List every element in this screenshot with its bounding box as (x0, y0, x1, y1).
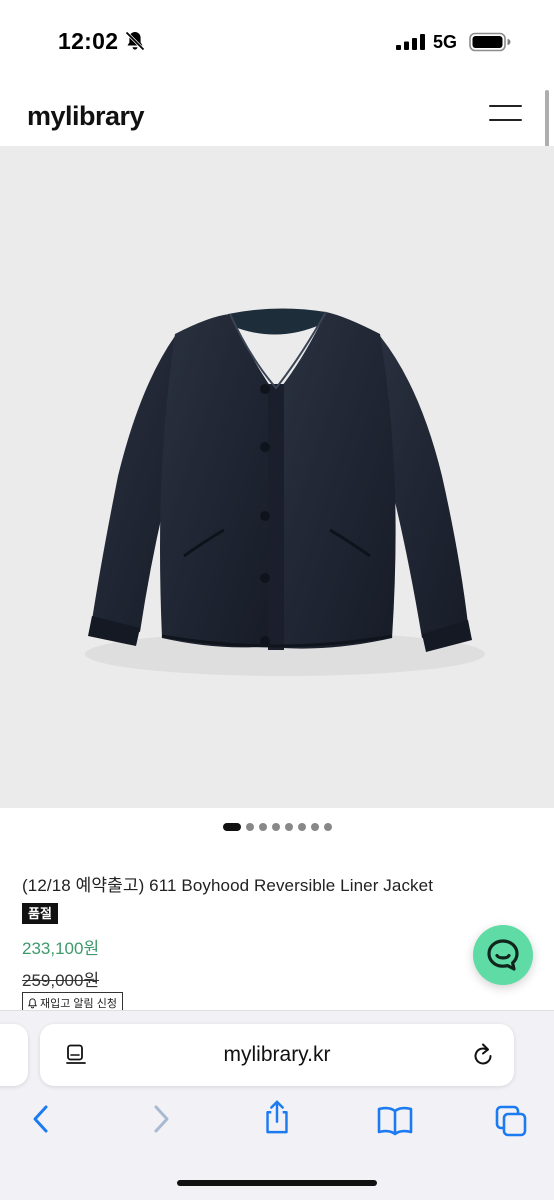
hamburger-menu-icon[interactable] (489, 102, 522, 122)
status-bar: 12:02 5G (0, 0, 554, 80)
product-image[interactable] (0, 146, 554, 808)
signal-bars-icon (396, 34, 425, 50)
site-logo[interactable]: mylibrary (27, 101, 145, 132)
forward-arrow-icon[interactable] (144, 1101, 178, 1137)
address-bar[interactable]: mylibrary.kr (40, 1024, 514, 1086)
battery-icon (469, 32, 511, 52)
carousel-dots[interactable] (0, 822, 554, 832)
carousel-dot[interactable] (284, 823, 293, 831)
home-indicator (177, 1180, 377, 1186)
sale-price: 233,100원 (22, 939, 100, 958)
carousel-dot[interactable] (323, 823, 332, 831)
original-price: 259,000원 (22, 971, 100, 990)
share-icon[interactable] (260, 1099, 294, 1135)
chat-button[interactable] (473, 925, 533, 985)
carousel-dot[interactable] (310, 823, 319, 831)
network-label: 5G (433, 32, 458, 52)
chat-smile-icon (487, 939, 519, 971)
soldout-badge: 품절 (22, 903, 58, 924)
jacket-illustration (85, 308, 485, 676)
carousel-dot[interactable] (258, 823, 267, 831)
product-title[interactable]: (12/18 예약출고) 611 Boyhood Reversible Line… (22, 871, 433, 896)
status-time: 12:02 (58, 28, 119, 54)
bookmarks-icon[interactable] (376, 1103, 414, 1139)
restock-label: 재입고 알림 신청 (40, 998, 117, 1010)
back-arrow-icon[interactable] (24, 1101, 58, 1137)
carousel-dot[interactable] (297, 823, 306, 831)
reload-icon[interactable] (471, 1042, 495, 1068)
url-text[interactable]: mylibrary.kr (40, 1043, 514, 1067)
carousel-dot[interactable] (271, 823, 280, 831)
bell-icon (27, 997, 38, 1008)
carousel-dot[interactable] (222, 823, 241, 831)
bell-slash-icon (125, 31, 145, 51)
site-header: mylibrary (0, 80, 554, 146)
tabs-icon[interactable] (494, 1103, 528, 1139)
browser-toolbar: mylibrary.kr (0, 1010, 554, 1200)
carousel-dot[interactable] (245, 823, 254, 831)
previous-tab-preview[interactable] (0, 1024, 28, 1086)
